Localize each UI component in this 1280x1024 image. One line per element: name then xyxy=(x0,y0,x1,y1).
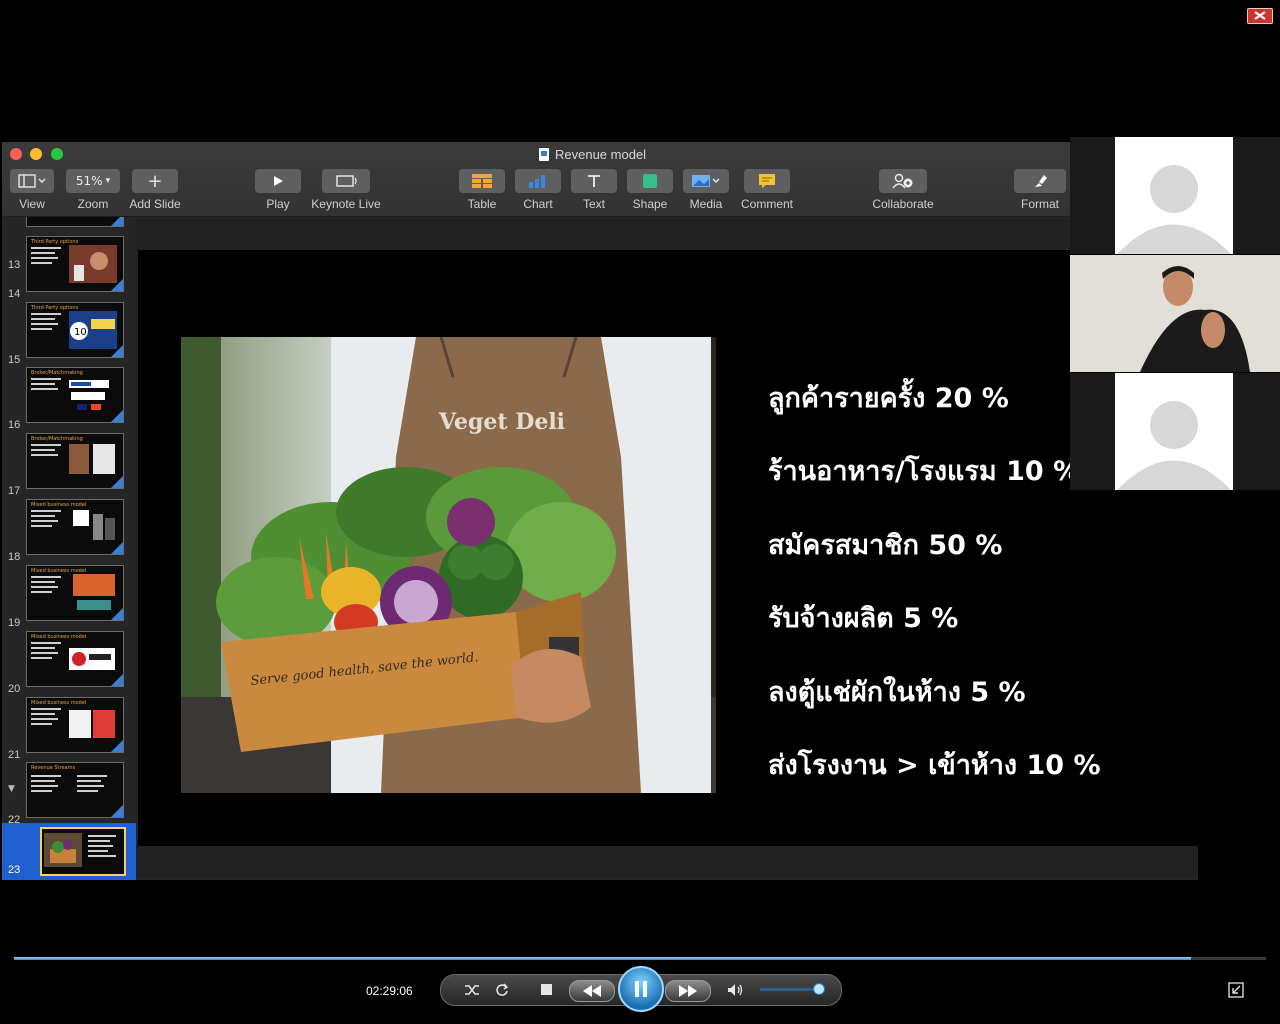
plus-icon: + xyxy=(132,169,178,193)
keynote-titlebar: Revenue model View 51% ▾ Zoom + Add Slid… xyxy=(2,142,1198,217)
collaborate-icon xyxy=(879,169,927,193)
document-title: Revenue model xyxy=(539,146,646,162)
text-icon xyxy=(571,169,617,193)
table-button[interactable]: Table xyxy=(458,169,506,211)
text-button[interactable]: Text xyxy=(570,169,618,211)
slide-thumbnail-14[interactable]: Third Party options 14 xyxy=(2,236,136,300)
media-icon xyxy=(683,169,729,193)
slide-thumbnail-21[interactable]: Mixed business model 21 xyxy=(2,697,136,761)
minimize-window-icon xyxy=(1228,982,1244,998)
veggie-box-photo: Veget Deli Serve good health, save the w… xyxy=(181,337,716,793)
slide-thumbnail-18[interactable]: Mixed business model 18 xyxy=(2,499,136,563)
avatar xyxy=(1115,373,1233,490)
slide-thumbnail-17[interactable]: Broker/Matchmaking 17 xyxy=(2,433,136,497)
sidebar-view-icon xyxy=(10,169,54,193)
slide-thumbnail-23-selected[interactable]: 23 xyxy=(2,823,136,880)
participant-tile-3[interactable] xyxy=(1070,373,1280,490)
pause-icon xyxy=(635,981,647,997)
rewind-button[interactable] xyxy=(569,980,615,1002)
stop-icon xyxy=(541,984,552,995)
svg-text:Veget Deli: Veget Deli xyxy=(438,409,565,435)
current-slide[interactable]: Veget Deli Serve good health, save the w… xyxy=(138,250,1198,846)
zoom-button[interactable]: 51% ▾ Zoom xyxy=(65,169,121,211)
speaker-video xyxy=(1070,255,1280,372)
table-icon xyxy=(459,169,505,193)
format-button[interactable]: Format xyxy=(1014,169,1066,211)
window-close-button[interactable] xyxy=(10,148,22,160)
slide-thumbnail-15[interactable]: Third Party options 10 15 xyxy=(2,302,136,366)
keynote-document-icon xyxy=(539,147,549,161)
rewind-icon xyxy=(583,985,601,997)
svg-text:10: 10 xyxy=(74,327,87,338)
participant-videos xyxy=(1070,137,1280,491)
slide-thumbnail-19[interactable]: Mixed business model 19 xyxy=(2,565,136,629)
view-button[interactable]: View xyxy=(9,169,55,211)
switch-to-library-button[interactable] xyxy=(1228,982,1244,998)
player-close-button[interactable] xyxy=(1247,8,1273,24)
seek-bar[interactable] xyxy=(14,957,1266,960)
repeat-icon[interactable] xyxy=(491,975,513,1005)
fast-forward-button[interactable] xyxy=(665,980,711,1002)
bullet-4: รับจ้างผลิต 5 % xyxy=(768,603,959,634)
participant-tile-1[interactable] xyxy=(1070,137,1280,254)
slide-thumbnail-22[interactable]: ▼ Revenue Streams 22 xyxy=(2,762,136,826)
seek-progress xyxy=(14,957,1191,960)
comment-button[interactable]: Comment xyxy=(738,169,796,211)
slide-thumbnail-16[interactable]: Broker/Matchmaking 16 xyxy=(2,367,136,431)
chart-icon xyxy=(515,169,561,193)
media-button[interactable]: Media xyxy=(682,169,730,211)
volume-slider-thumb[interactable] xyxy=(812,983,825,995)
chevron-down-icon: ▾ xyxy=(105,176,111,186)
bullet-5: ลงตู้แช่ผักในห้าง 5 % xyxy=(768,677,1026,708)
elapsed-time: 02:29:06 xyxy=(366,984,413,998)
shape-icon xyxy=(627,169,673,193)
paintbrush-icon xyxy=(1014,169,1066,193)
keynote-live-button[interactable]: Keynote Live xyxy=(310,169,382,211)
window-minimize-button[interactable] xyxy=(30,148,42,160)
disclosure-triangle-icon[interactable]: ▼ xyxy=(8,784,15,794)
window-zoom-button[interactable] xyxy=(51,148,63,160)
close-icon xyxy=(1254,11,1266,20)
shape-button[interactable]: Shape xyxy=(626,169,674,211)
bullet-2: ร้านอาหาร/โรงแรม 10 % xyxy=(768,456,1081,487)
fast-forward-icon xyxy=(679,985,697,997)
play-button[interactable]: Play xyxy=(254,169,302,211)
play-icon xyxy=(255,169,301,193)
keynote-live-icon xyxy=(322,169,370,193)
participant-tile-speaker[interactable] xyxy=(1070,255,1280,372)
slide-thumbnail-20[interactable]: Mixed business model 20 xyxy=(2,631,136,695)
comment-icon xyxy=(744,169,790,193)
stop-button[interactable] xyxy=(537,975,557,1005)
chart-button[interactable]: Chart xyxy=(514,169,562,211)
bullet-1: ลูกค้ารายครั้ง 20 % xyxy=(768,383,1009,414)
avatar xyxy=(1115,137,1233,254)
shuffle-icon[interactable] xyxy=(461,975,483,1005)
volume-icon[interactable] xyxy=(725,975,747,1005)
bullet-3: สมัครสมาชิก 50 % xyxy=(768,530,1003,561)
slide-navigator: 13 Third Party options 14 Third Party op… xyxy=(2,217,136,880)
add-slide-button[interactable]: + Add Slide xyxy=(129,169,181,211)
collaborate-button[interactable]: Collaborate xyxy=(868,169,938,211)
pause-button[interactable] xyxy=(618,966,664,1012)
bullet-6: ส่งโรงงาน > เข้าห้าง 10 % xyxy=(768,750,1101,781)
